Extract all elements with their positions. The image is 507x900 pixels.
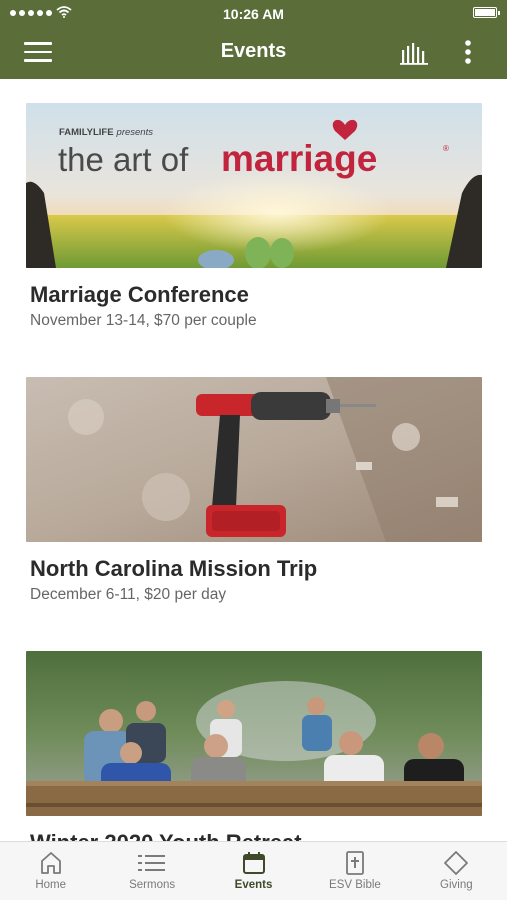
event-card-mission-trip[interactable]: North Carolina Mission Trip December 6-1…: [26, 377, 482, 604]
event-list[interactable]: FAMILYLIFE presents the art of marriage ®…: [0, 79, 507, 841]
event-subtitle: November 13-14, $70 per couple: [30, 312, 257, 329]
tab-label: Events: [234, 879, 273, 891]
banner-trademark: ®: [443, 144, 449, 153]
nav-bar: Events: [0, 28, 507, 79]
battery-icon: [473, 7, 500, 18]
svg-text:FAMILYLIFEpresents: FAMILYLIFE presents: [59, 127, 153, 138]
tab-home[interactable]: Home: [0, 842, 101, 900]
banner-line-brand: marriage: [221, 138, 377, 179]
event-image-art-of-marriage: FAMILYLIFE presents the art of marriage ®: [26, 103, 482, 268]
diamond-icon: [444, 851, 469, 875]
tab-label: Home: [35, 879, 67, 891]
tab-label: ESV Bible: [329, 879, 381, 891]
tab-esv-bible[interactable]: ESV Bible: [304, 842, 405, 900]
event-title: North Carolina Mission Trip: [30, 556, 318, 581]
bible-icon: [346, 851, 364, 875]
audio-bars-icon[interactable]: [399, 41, 431, 67]
event-card-youth-retreat[interactable]: Winter 2020 Youth Retreat: [26, 651, 482, 841]
event-title: Winter 2020 Youth Retreat: [30, 830, 482, 841]
event-title: Marriage Conference: [30, 282, 249, 307]
home-icon: [40, 852, 61, 874]
app-header: 10:26 AM Events: [0, 0, 507, 79]
tab-label: Sermons: [129, 879, 176, 891]
tab-giving[interactable]: Giving: [406, 842, 507, 900]
tab-bar: Home Sermons Events ESV Bible Giving: [0, 841, 507, 900]
list-icon: [138, 855, 166, 871]
more-vertical-icon[interactable]: [458, 38, 478, 68]
banner-line-prefix: the art of: [58, 141, 189, 178]
status-bar: 10:26 AM: [0, 0, 507, 28]
calendar-icon: [242, 852, 265, 874]
tab-events[interactable]: Events: [203, 842, 304, 900]
tab-label: Giving: [440, 879, 473, 891]
event-image-campfire: [26, 651, 482, 816]
event-subtitle: December 6-11, $20 per day: [30, 586, 227, 603]
tab-sermons[interactable]: Sermons: [101, 842, 202, 900]
banner-presenter: FAMILYLIFE: [59, 127, 114, 138]
status-time: 10:26 AM: [223, 6, 284, 22]
banner-presents: presents: [116, 127, 154, 138]
event-card-marriage-conference[interactable]: FAMILYLIFE presents the art of marriage ®…: [26, 103, 482, 330]
event-image-drill: [26, 377, 482, 542]
